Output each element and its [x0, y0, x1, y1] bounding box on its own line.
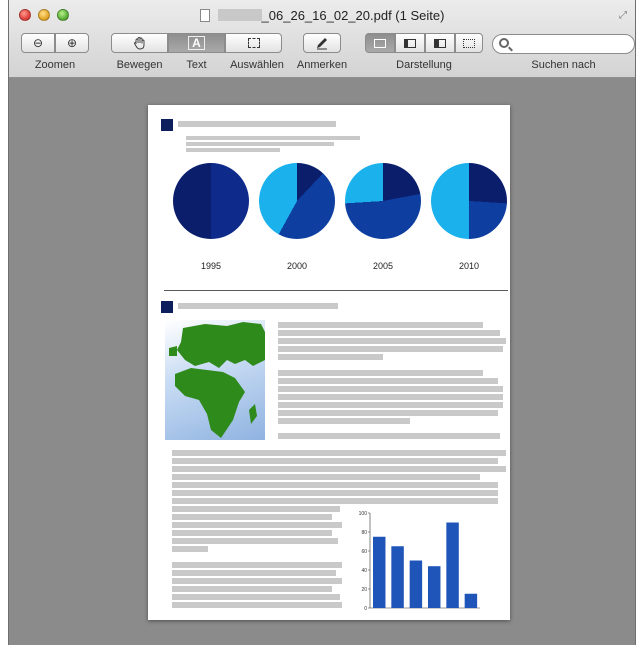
text-line [172, 490, 498, 496]
fullscreen-icon[interactable]: ⤢ [619, 10, 627, 21]
text-line [172, 602, 342, 608]
view-label: Darstellung [396, 59, 452, 71]
year-label: 2000 [286, 261, 308, 271]
text-line [172, 586, 332, 592]
text-line [278, 354, 383, 360]
zoom-out-button[interactable]: ⊖ [21, 33, 55, 53]
text-line [172, 562, 342, 568]
text-line [172, 466, 506, 472]
text-line [172, 522, 342, 528]
pie-chart-1995 [173, 163, 249, 239]
text-line [278, 418, 410, 424]
bar [391, 546, 404, 608]
bar-chart: 0 20 40 60 80 100 [359, 511, 480, 612]
bar [373, 536, 386, 608]
text-line [172, 538, 338, 544]
redacted-filename [217, 9, 262, 21]
text-line [186, 136, 360, 140]
text-line [278, 402, 503, 408]
text-line [172, 506, 340, 512]
view-contact-sheet-button[interactable] [455, 33, 483, 53]
year-label: 1995 [200, 261, 222, 271]
bar [446, 522, 459, 608]
text-line [172, 450, 506, 456]
view-thumbnails-button[interactable] [395, 33, 425, 53]
text-line [172, 482, 498, 488]
contact-sheet-icon [463, 38, 475, 48]
bar [464, 593, 478, 608]
move-tool-button[interactable] [111, 33, 168, 53]
world-map-image [165, 320, 265, 440]
y-tick-label: 100 [359, 511, 368, 517]
text-line [172, 530, 332, 536]
select-label: Auswählen [230, 59, 284, 71]
year-label: 2005 [372, 261, 394, 271]
year-label: 2010 [458, 261, 480, 271]
window-title: _06_26_16_02_20.pdf (1 Seite) [9, 8, 635, 23]
text-line [278, 338, 506, 344]
toc-icon [434, 38, 446, 48]
y-tick-label: 40 [361, 568, 367, 574]
text-line [278, 378, 498, 384]
y-tick-label: 20 [361, 587, 367, 593]
pie-chart-2005 [345, 163, 421, 239]
annotate-label: Anmerken [296, 59, 348, 71]
view-content-only-button[interactable] [365, 33, 395, 53]
y-tick-label: 0 [364, 606, 367, 612]
text-line [172, 570, 336, 576]
text-line [172, 578, 342, 584]
y-tick-label: 80 [361, 530, 367, 536]
zoom-in-icon: ⊕ [66, 36, 78, 50]
zoom-out-icon: ⊖ [32, 36, 44, 50]
heading-placeholder [178, 121, 336, 127]
map-graphic [169, 322, 265, 438]
text-line [278, 433, 500, 439]
text-line [278, 370, 483, 376]
annotate-button[interactable] [303, 33, 341, 53]
bar [409, 560, 423, 608]
search-label: Suchen nach [531, 59, 596, 71]
text-line [172, 474, 480, 480]
hand-icon [133, 37, 144, 50]
pie-chart-2000 [259, 163, 335, 239]
text-line [278, 386, 503, 392]
pdf-page[interactable]: 1995 2000 2005 2010 0 20 40 60 80 100 [148, 105, 510, 620]
text-line [172, 514, 332, 520]
text-line [172, 594, 340, 600]
text-line [278, 330, 500, 336]
section-marker [161, 301, 173, 313]
section-marker [161, 119, 173, 131]
toolbar: _06_26_16_02_20.pdf (1 Seite) ⤢ ⊖ ⊕ Zoom… [9, 0, 635, 78]
zoom-label: Zoomen [34, 59, 76, 71]
text-line [278, 410, 498, 416]
zoom-in-button[interactable]: ⊕ [55, 33, 89, 53]
heading-placeholder [178, 303, 338, 309]
text-line [186, 148, 280, 152]
divider [164, 290, 508, 291]
view-toc-button[interactable] [425, 33, 455, 53]
pie-chart-2010 [431, 163, 507, 239]
text-line [278, 346, 503, 352]
text-line [172, 458, 498, 464]
document-icon [199, 9, 210, 22]
selection-icon [247, 38, 260, 48]
text-line [172, 498, 498, 504]
text-label: Text [186, 59, 207, 71]
y-tick-label: 60 [361, 549, 367, 555]
thumbnails-icon [404, 38, 416, 48]
text-line [278, 394, 503, 400]
search-icon [499, 38, 509, 48]
preview-window: _06_26_16_02_20.pdf (1 Seite) ⤢ ⊖ ⊕ Zoom… [8, 0, 636, 645]
pen-icon [317, 38, 327, 50]
text-line [186, 142, 334, 146]
bar [428, 566, 441, 608]
text-tool-icon: A [188, 36, 205, 50]
search-input[interactable] [492, 34, 635, 54]
text-line [278, 322, 483, 328]
text-tool-button[interactable]: A [168, 33, 225, 53]
single-page-icon [374, 38, 386, 48]
select-tool-button[interactable] [225, 33, 282, 53]
move-label: Bewegen [116, 59, 163, 71]
text-line [172, 546, 208, 552]
